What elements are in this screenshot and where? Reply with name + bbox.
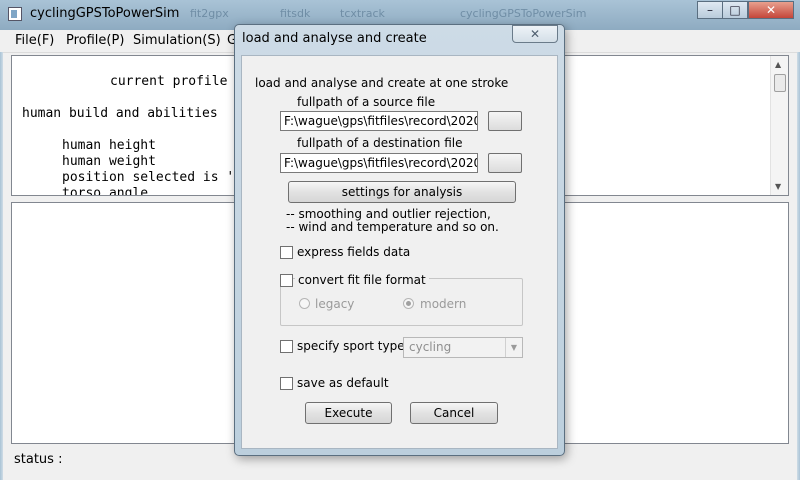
sport-type-checkbox[interactable] bbox=[280, 340, 293, 353]
execute-button[interactable]: Execute bbox=[305, 402, 392, 424]
scroll-up-icon[interactable]: ▲ bbox=[775, 60, 781, 69]
close-button[interactable]: ✕ bbox=[748, 1, 794, 19]
radio-modern-label: modern bbox=[420, 297, 467, 311]
dialog-close-button[interactable]: ✕ bbox=[512, 25, 558, 43]
scroll-thumb[interactable] bbox=[774, 74, 786, 92]
convert-format-label: convert fit file format bbox=[295, 273, 429, 287]
maximize-button[interactable]: □ bbox=[722, 1, 748, 19]
app-icon bbox=[8, 7, 22, 21]
sport-type-label: specify sport type bbox=[297, 339, 405, 353]
profile-line: human weight bbox=[62, 154, 156, 169]
express-fields-checkbox[interactable] bbox=[280, 246, 293, 259]
sport-type-value: cycling bbox=[409, 340, 452, 354]
dialog-intro: load and analyse and create at one strok… bbox=[255, 76, 509, 90]
source-browse-button[interactable] bbox=[488, 111, 522, 131]
minimize-button[interactable]: – bbox=[697, 1, 723, 19]
settings-for-analysis-button[interactable]: settings for analysis bbox=[288, 181, 516, 203]
window-title: cyclingGPSToPowerSim bbox=[30, 6, 180, 21]
background-title-3: tcxtrack bbox=[340, 7, 385, 20]
background-title-4: cyclingGPSToPowerSim bbox=[460, 7, 587, 20]
profile-line: position selected is ' bbox=[62, 170, 235, 185]
cancel-button[interactable]: Cancel bbox=[410, 402, 498, 424]
radio-modern[interactable] bbox=[403, 298, 414, 309]
profile-section: human build and abilities bbox=[22, 106, 218, 121]
status-label: status : bbox=[14, 452, 63, 467]
sport-type-select[interactable]: cycling ▼ bbox=[403, 337, 523, 358]
note-line: -- smoothing and outlier rejection, bbox=[286, 207, 491, 221]
save-default-checkbox[interactable] bbox=[280, 377, 293, 390]
radio-legacy[interactable] bbox=[299, 298, 310, 309]
radio-legacy-label: legacy bbox=[315, 297, 355, 311]
profile-line: human height bbox=[62, 138, 156, 153]
dialog-title: load and analyse and create bbox=[242, 31, 427, 46]
note-line: -- wind and temperature and so on. bbox=[286, 220, 499, 234]
profile-heading: current profile bbox=[110, 74, 228, 89]
profile-line: torso angle bbox=[62, 186, 149, 196]
dest-label: fullpath of a destination file bbox=[297, 136, 463, 150]
source-label: fullpath of a source file bbox=[297, 95, 436, 109]
background-title-2: fitsdk bbox=[280, 7, 311, 20]
menu-profile[interactable]: Profile(P) bbox=[66, 33, 124, 48]
background-title-1: fit2gpx bbox=[190, 7, 229, 20]
menu-file[interactable]: File(F) bbox=[15, 33, 54, 48]
menu-simulation[interactable]: Simulation(S) bbox=[133, 33, 221, 48]
vertical-scrollbar[interactable]: ▲ ▼ bbox=[770, 56, 788, 195]
dest-path-field[interactable]: F:\wague\gps\fitfiles\record\2020\so bbox=[280, 153, 478, 173]
dest-browse-button[interactable] bbox=[488, 153, 522, 173]
express-fields-label: express fields data bbox=[297, 245, 411, 259]
save-default-label: save as default bbox=[297, 376, 389, 390]
dialog-body: load and analyse and create at one strok… bbox=[241, 55, 558, 449]
chevron-down-icon: ▼ bbox=[505, 338, 522, 357]
convert-format-checkbox[interactable] bbox=[280, 274, 293, 287]
window-left-border bbox=[0, 52, 3, 480]
load-analyse-dialog: load and analyse and create ✕ load and a… bbox=[234, 24, 565, 456]
source-path-field[interactable]: F:\wague\gps\fitfiles\record\2020\so bbox=[280, 111, 478, 131]
scroll-down-icon[interactable]: ▼ bbox=[775, 182, 781, 191]
